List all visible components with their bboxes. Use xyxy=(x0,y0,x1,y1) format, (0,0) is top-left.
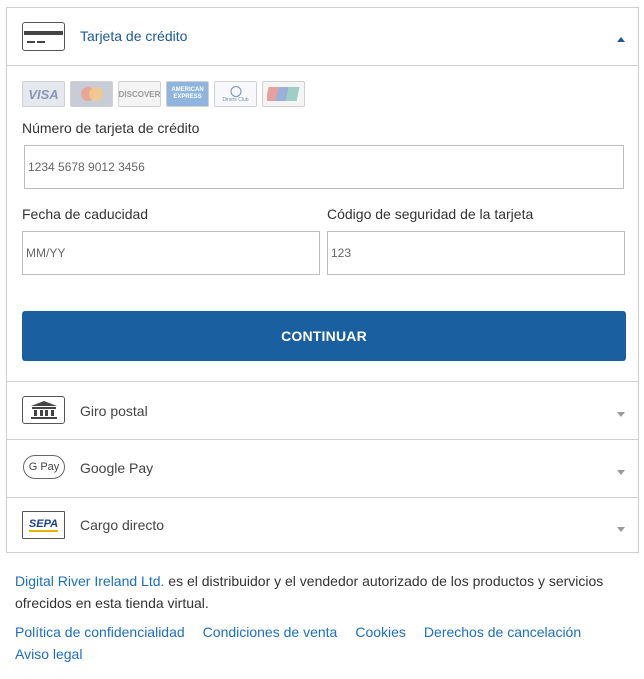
credit-card-header[interactable]: Tarjeta de crédito xyxy=(7,8,638,65)
credit-card-icon xyxy=(22,22,65,51)
card-number-input[interactable]: 1234 5678 9012 3456 xyxy=(24,145,624,189)
company-link[interactable]: Digital River Ireland Ltd. xyxy=(15,573,164,589)
cvv-input[interactable]: 123 xyxy=(327,231,625,275)
bank-transfer-label: Giro postal xyxy=(80,403,148,419)
google-pay-label: Google Pay xyxy=(80,460,154,476)
discover-logo: DISCOVER xyxy=(118,81,161,107)
mastercard-logo xyxy=(70,81,113,107)
card-number-label: Número de tarjeta de crédito xyxy=(22,120,200,136)
privacy-policy-link[interactable]: Política de confidencialidad xyxy=(15,624,185,640)
legal-notice-link[interactable]: Aviso legal xyxy=(15,646,82,662)
chevron-down-icon xyxy=(617,470,625,475)
direct-debit-label: Cargo directo xyxy=(80,517,165,533)
footer-links: Política de confidencialidad Condiciones … xyxy=(15,621,630,665)
card-logos: VISA DISCOVER AMERICAN EXPRESS Diners Cl… xyxy=(22,81,305,107)
unionpay-logo xyxy=(262,81,305,107)
continue-button[interactable]: CONTINUAR xyxy=(22,311,626,361)
direct-debit-option[interactable]: SEPA Cargo directo xyxy=(7,498,638,554)
cookies-link[interactable]: Cookies xyxy=(355,624,406,640)
diners-club-logo: Diners Club xyxy=(214,81,257,107)
chevron-down-icon xyxy=(617,412,625,417)
amex-logo: AMERICAN EXPRESS xyxy=(166,81,209,107)
sepa-icon: SEPA xyxy=(22,511,65,539)
expiry-label: Fecha de caducidad xyxy=(22,206,149,222)
credit-card-label: Tarjeta de crédito xyxy=(80,28,188,44)
footer-disclaimer: Digital River Ireland Ltd. es el distrib… xyxy=(15,570,630,614)
divider xyxy=(7,65,638,66)
cancellation-rights-link[interactable]: Derechos de cancelación xyxy=(424,624,581,640)
google-pay-option[interactable]: G Pay Google Pay xyxy=(7,440,638,497)
bank-transfer-option[interactable]: Giro postal xyxy=(7,382,638,439)
terms-of-sale-link[interactable]: Condiciones de venta xyxy=(203,624,338,640)
expiry-input[interactable]: MM/YY xyxy=(22,231,320,275)
visa-logo: VISA xyxy=(22,81,65,107)
bank-icon xyxy=(22,396,65,424)
cvv-label: Código de seguridad de la tarjeta xyxy=(327,206,534,222)
chevron-up-icon xyxy=(617,37,625,42)
chevron-down-icon xyxy=(617,527,625,532)
payment-methods-panel: Tarjeta de crédito VISA DISCOVER AMERICA… xyxy=(6,7,639,553)
google-pay-icon: G Pay xyxy=(23,455,65,479)
